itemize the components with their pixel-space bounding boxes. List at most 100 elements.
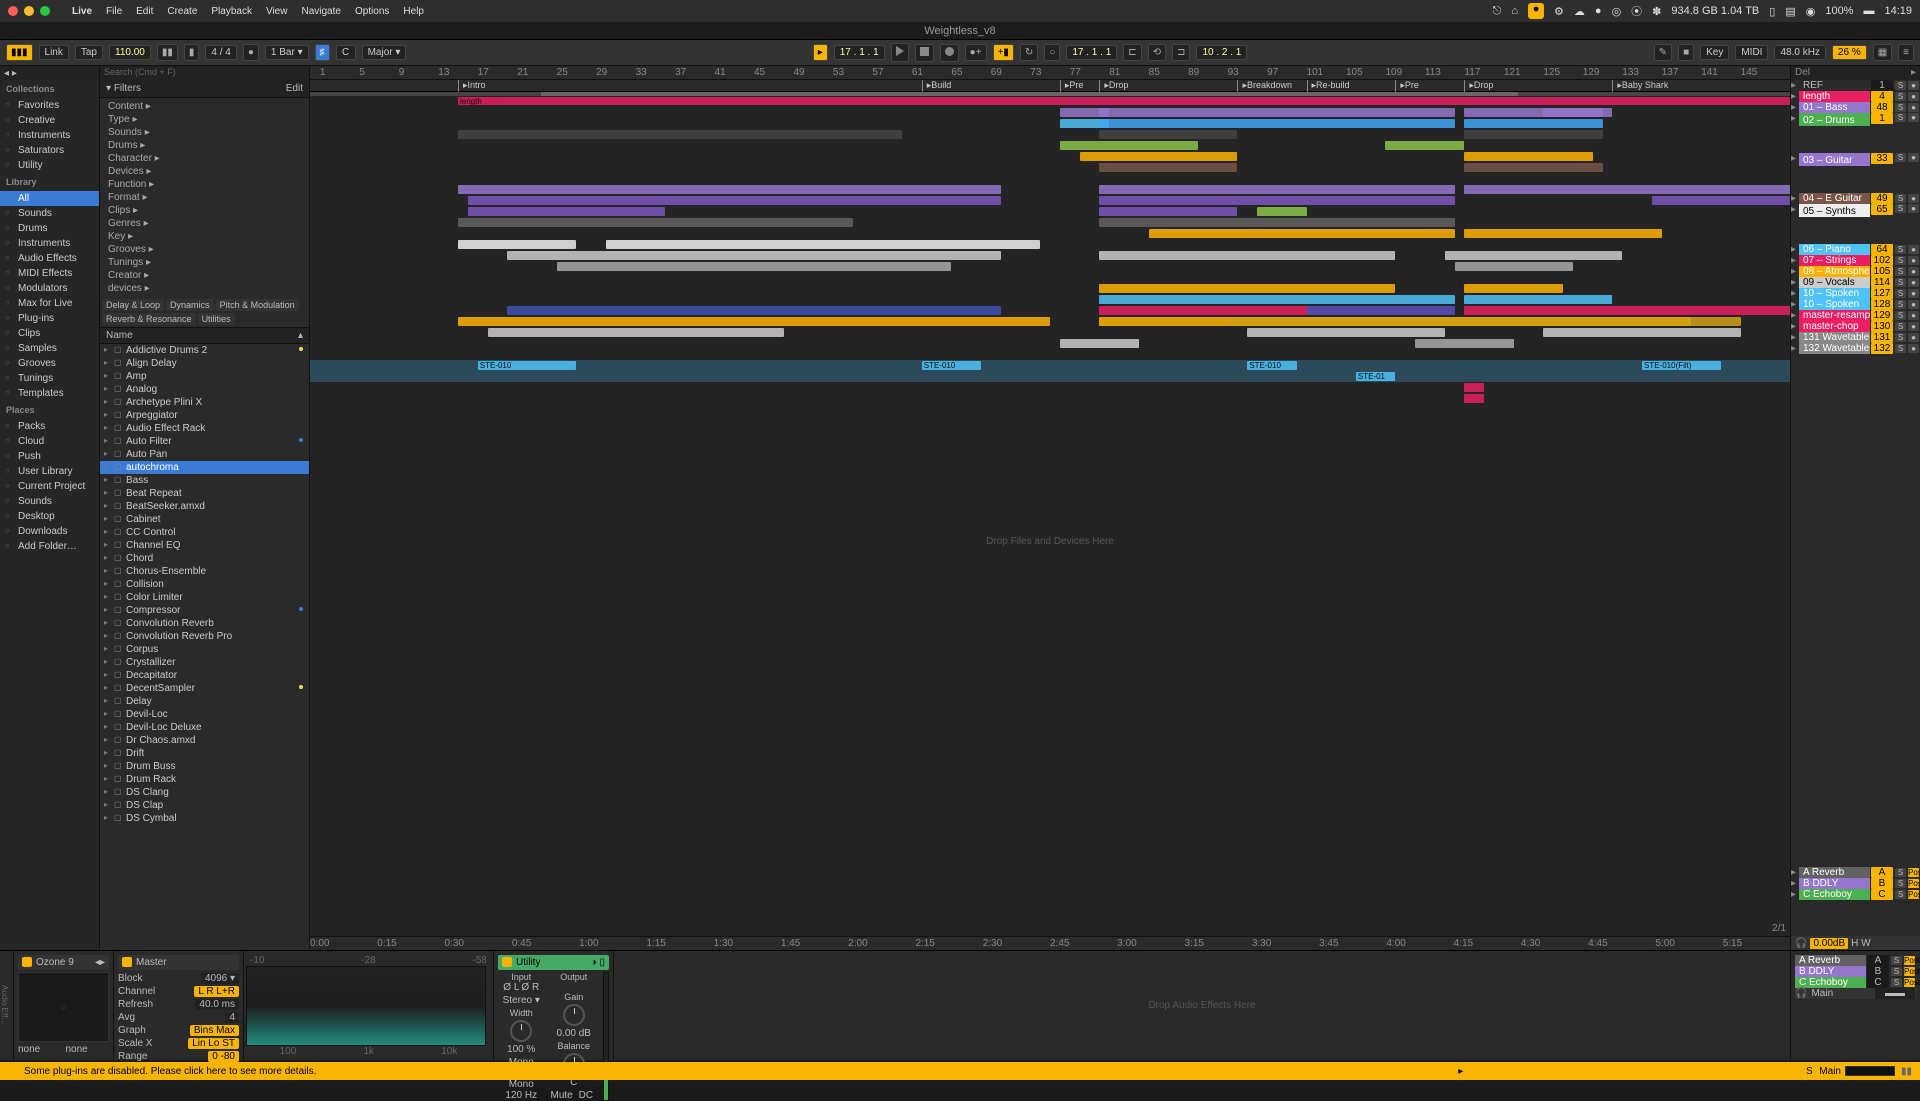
track-header[interactable]: ▸131 Wavetable131S● (1791, 332, 1920, 343)
device-item[interactable]: ▸▢DS Clap (100, 799, 309, 812)
clip[interactable] (1060, 339, 1139, 348)
device-item[interactable]: ▸▢Auto Pan (100, 448, 309, 461)
device-item[interactable]: ▸▢Drum Buss (100, 760, 309, 773)
menu-playback[interactable]: Playback (211, 6, 252, 17)
clip[interactable]: STE-010 (1247, 361, 1296, 370)
clip[interactable] (1099, 251, 1395, 260)
browser-item[interactable]: Instruments (0, 128, 99, 143)
clip[interactable] (1415, 339, 1514, 348)
clip[interactable] (1543, 108, 1612, 117)
device-item[interactable]: ▸▢Audio Effect Rack (100, 422, 309, 435)
clip[interactable] (1307, 306, 1455, 315)
clip[interactable] (1080, 152, 1238, 161)
browser-item[interactable]: Instruments (0, 236, 99, 251)
device-item[interactable]: ▸▢Collision (100, 578, 309, 591)
loop-length[interactable]: 10 . 2 . 1 (1196, 45, 1247, 60)
menubar-avatar[interactable]: ● (1528, 3, 1544, 19)
track-header[interactable]: ▸10 – Spoken128S● (1791, 299, 1920, 310)
track-area[interactable]: Drop Files and Devices Here lengthSTE-01… (310, 96, 1790, 932)
browser-item[interactable]: User Library (0, 464, 99, 479)
clip[interactable] (488, 328, 784, 337)
track-header[interactable]: ▸10 – Spoken127S● (1791, 288, 1920, 299)
reenable[interactable]: ↻ (1020, 44, 1038, 61)
expand-icon[interactable]: ▸ (1458, 1066, 1463, 1077)
scale[interactable]: Major ▾ (362, 45, 407, 60)
clip[interactable] (1543, 328, 1740, 337)
filter-category[interactable]: Sounds ▸ (100, 126, 309, 139)
browser-item[interactable]: Plug-ins (0, 311, 99, 326)
clip[interactable] (1099, 284, 1395, 293)
locator[interactable]: ▸Breakdown (1237, 80, 1292, 92)
browser-item[interactable]: All (0, 191, 99, 206)
menubar-icon[interactable]: ☁ (1574, 5, 1585, 18)
preset-slot[interactable]: none (18, 1044, 62, 1055)
locator[interactable]: ▸Drop (1464, 80, 1493, 92)
clip[interactable] (1464, 383, 1484, 392)
filter-category[interactable]: Tunings ▸ (100, 256, 309, 269)
punch-in[interactable]: ⊏ (1123, 44, 1141, 61)
clip[interactable] (1385, 141, 1464, 150)
device-item[interactable]: ▸▢CC Control (100, 526, 309, 539)
device-item[interactable]: ▸▢Compressor (100, 604, 309, 617)
device-item[interactable]: ▸▢Devil-Loc Deluxe (100, 721, 309, 734)
device-param[interactable]: Refresh40.0 ms (118, 998, 239, 1011)
device-item[interactable]: ▸▢Convolution Reverb (100, 617, 309, 630)
track-header[interactable]: ▸01 – Bass48S● (1791, 102, 1920, 113)
clip[interactable] (1247, 328, 1444, 337)
key[interactable]: C (336, 45, 356, 60)
master-strip[interactable]: 🎧 Main ▬▬ (1795, 988, 1916, 999)
menu-view[interactable]: View (266, 6, 288, 17)
headphones-icon[interactable]: 🎧 (1795, 938, 1807, 949)
device-fold-icon[interactable]: ◂▸ (95, 957, 105, 968)
browser-item[interactable]: Audio Effects (0, 251, 99, 266)
menubar-icon[interactable]: ◎ (1612, 5, 1622, 18)
play-button[interactable] (891, 43, 909, 62)
minimize-icon[interactable] (24, 6, 34, 16)
device-item[interactable]: ▸▢Crystallizer (100, 656, 309, 669)
menu-navigate[interactable]: Navigate (301, 6, 340, 17)
device-item[interactable]: ▸▢Beat Repeat (100, 487, 309, 500)
headphones-icon[interactable]: 🎧 (1795, 988, 1807, 999)
filter-category[interactable]: Character ▸ (100, 152, 309, 165)
browser-item[interactable]: MIDI Effects (0, 266, 99, 281)
clip[interactable] (468, 196, 1001, 205)
search-input[interactable]: Search (Cmd + F) (100, 66, 309, 80)
browser-item[interactable]: Favorites (0, 98, 99, 113)
close-icon[interactable] (8, 6, 18, 16)
nudge-down[interactable]: ▮▮ (157, 44, 178, 61)
device-item[interactable]: ▸▢Arpeggiator (100, 409, 309, 422)
clip[interactable] (1464, 152, 1592, 161)
device-on[interactable] (122, 957, 132, 967)
bar-ruler[interactable]: 1591317212529333741454953576165697377818… (310, 66, 1790, 80)
spectrum-analyzer[interactable] (246, 966, 486, 1046)
device-title[interactable]: Master (136, 957, 167, 968)
zoom-icon[interactable] (40, 6, 50, 16)
clip[interactable] (507, 306, 1000, 315)
clip[interactable] (1099, 119, 1454, 128)
fwd-icon[interactable]: ▸ (12, 68, 17, 79)
device-item[interactable]: ▸▢autochroma (100, 461, 309, 474)
device-item[interactable]: ▸▢Archetype Plini X (100, 396, 309, 409)
clip[interactable] (1099, 130, 1237, 139)
device-item[interactable]: ▸▢Addictive Drums 2 (100, 344, 309, 357)
filter-category[interactable]: Type ▸ (100, 113, 309, 126)
dc-button[interactable]: DC (575, 1090, 597, 1101)
midi-map[interactable]: ■ (1678, 44, 1694, 61)
menu-help[interactable]: Help (403, 6, 424, 17)
device-param[interactable]: Block4096 ▾ (118, 972, 239, 985)
clip[interactable] (1099, 207, 1237, 216)
menu-edit[interactable]: Edit (136, 6, 153, 17)
filter-tag[interactable]: Delay & Loop (102, 299, 164, 311)
menubar-icon[interactable]: ✽ (1652, 5, 1661, 18)
track-header[interactable]: ▸02 – Drums1S● (1791, 113, 1920, 153)
gain-value[interactable]: 0.00 dB (551, 1028, 598, 1039)
track-ref[interactable]: ▸ REF 1 S ● (1791, 80, 1920, 91)
device-item[interactable]: ▸▢Drum Rack (100, 773, 309, 786)
menu-options[interactable]: Options (355, 6, 389, 17)
locator[interactable]: ▸Baby Shark (1612, 80, 1668, 92)
metronome[interactable]: ● (243, 44, 259, 61)
solo-indicator[interactable]: S (1803, 1066, 1815, 1077)
locator-lane[interactable]: ▸Intro▸Build▸Pre▸Drop▸Breakdown▸Re-build… (310, 80, 1790, 92)
locator[interactable]: ▸Pre (1395, 80, 1419, 92)
device-item[interactable]: ▸▢Auto Filter (100, 435, 309, 448)
